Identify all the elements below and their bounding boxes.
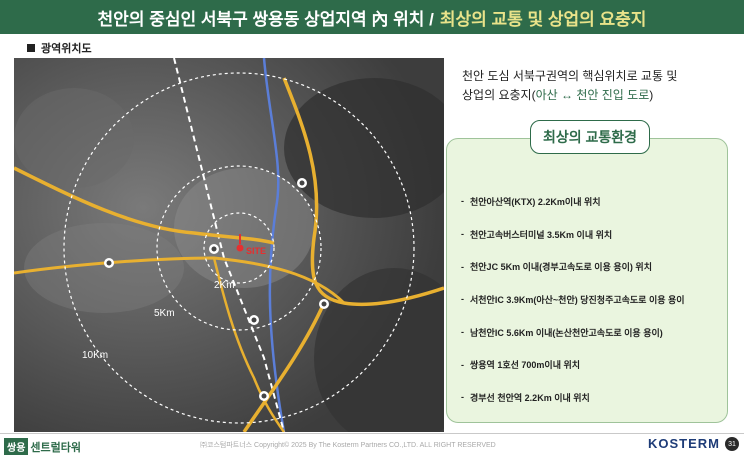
ring-label-2km: 2Km (214, 280, 235, 291)
map-graphic: SITE 2Km 5Km 10Km (14, 58, 444, 432)
site-label: SITE (246, 246, 266, 256)
list-item-text: 경부선 천안역 2.2Km 이내 위치 (470, 392, 590, 403)
copyright-text: ㈜코스텀파트너스 Copyright© 2025 By The Kosterm … (200, 442, 496, 449)
intro-line-2: 상업의 요충지(아산 ↔ 천안 진입 도로) (462, 86, 732, 105)
ring-label-10km: 10Km (82, 350, 108, 361)
list-item: - 쌍용역 1호선 700m이내 위치 (461, 359, 581, 371)
brand-name: 센트럴타워 (30, 441, 82, 454)
transport-panel: - 천안아산역(KTX) 2.2Km이내 위치 - 천안고속버스터미널 3.5Km … (446, 138, 728, 423)
ic-marker (259, 391, 269, 401)
list-item: - 천안아산역(KTX) 2.2Km이내 위치 (461, 196, 601, 207)
list-item-text: 남천안IC 5.6Km 이내(논산천안고속도로 이용 용이) (470, 327, 663, 338)
list-item: - 천안JC 5Km 이내(경부고속도로 이용 용이) 위치 (461, 261, 652, 273)
regional-location-map: SITE 2Km 5Km 10Km (14, 58, 444, 432)
list-item-text: 쌍용역 1호선 700m이내 위치 (470, 360, 581, 371)
field-area (14, 88, 134, 188)
square-bullet-icon (27, 44, 35, 52)
footer-brand: 쌍용 센트럴타워 (4, 438, 81, 455)
title-bar: 천안의 중심인 서북구 쌍용동 상업지역 內 위치 / 최상의 교통 및 상업의… (0, 0, 744, 34)
brand-tag: 쌍용 (4, 438, 29, 455)
list-item-text: 천안JC 5Km 이내(경부고속도로 이용 용이) 위치 (470, 262, 652, 273)
list-item: - 천안고속버스터미널 3.5Km 이내 위치 (461, 229, 613, 240)
intro-line-2-suffix: ) (649, 88, 654, 102)
intro-line-2-prefix: 상업의 요충지( (462, 88, 536, 102)
section-label-text: 광역위치도 (41, 43, 92, 55)
list-item-text: 천안고속버스터미널 3.5Km 이내 위치 (470, 229, 613, 240)
intro-line-1: 천안 도심 서북구권역의 핵심위치로 교통 및 (462, 69, 678, 83)
ic-marker (209, 244, 219, 254)
page-title: 천안의 중심인 서북구 쌍용동 상업지역 內 위치 / (97, 9, 434, 29)
kosterm-logo: KOSTERM (648, 436, 720, 451)
intro-highlight: 아산 ↔ 천안 진입 도로 (535, 88, 650, 102)
ic-marker (104, 258, 114, 268)
ic-marker (319, 299, 329, 309)
transport-list: - 천안아산역(KTX) 2.2Km이내 위치 - 천안고속버스터미널 3.5Km … (461, 185, 721, 414)
list-item: - 서천안IC 3.9Km(아산~천안) 당진청주고속도로 이용 용이 (461, 294, 685, 305)
footer-divider (0, 433, 744, 434)
list-item: - 남천안IC 5.6Km 이내(논산천안고속도로 이용 용이) (461, 327, 663, 338)
list-item-text: 천안아산역(KTX) 2.2Km이내 위치 (470, 196, 601, 207)
list-item-text: 서천안IC 3.9Km(아산~천안) 당진청주고속도로 이용 용이 (470, 294, 685, 305)
intro-text: 천안 도심 서북구권역의 핵심위치로 교통 및 상업의 요충지(아산 ↔ 천안 … (462, 67, 732, 105)
ic-marker (249, 315, 259, 325)
page-title-accent: 최상의 교통 및 상업의 요충지 (439, 9, 647, 29)
panel-title: 최상의 교통환경 (530, 120, 650, 154)
list-item: - 경부선 천안역 2.2Km 이내 위치 (461, 392, 590, 403)
page-number: 31 (725, 437, 739, 451)
ring-label-5km: 5Km (154, 308, 175, 319)
ic-marker (297, 178, 307, 188)
section-label: 광역위치도 (27, 40, 92, 56)
